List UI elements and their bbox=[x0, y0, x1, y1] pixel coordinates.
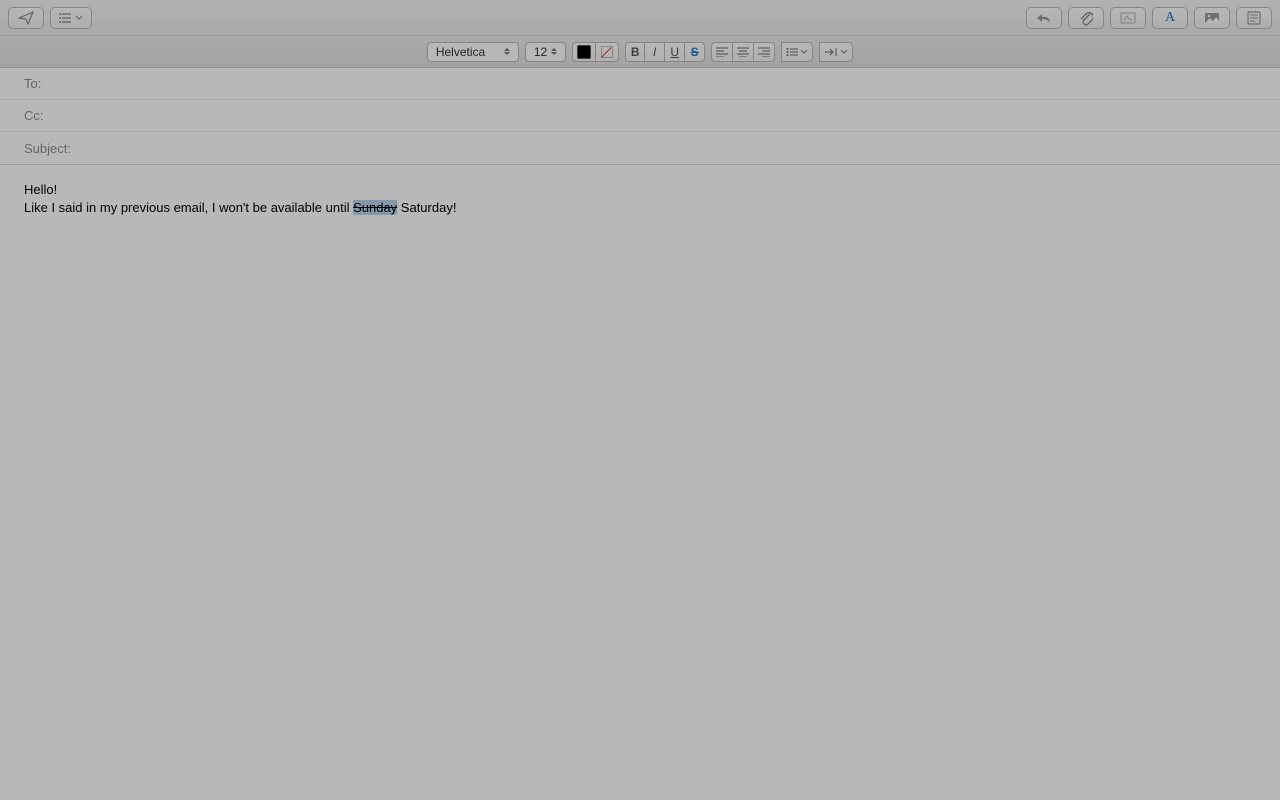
align-center-button[interactable] bbox=[733, 42, 754, 62]
stationery-button[interactable] bbox=[1236, 7, 1272, 29]
align-center-icon bbox=[737, 47, 749, 57]
font-size-select[interactable]: 12 bbox=[525, 42, 566, 62]
align-right-icon bbox=[758, 47, 770, 57]
to-label: To: bbox=[24, 76, 84, 91]
font-family-label: Helvetica bbox=[436, 45, 485, 59]
list-icon bbox=[59, 13, 73, 23]
paper-plane-icon bbox=[18, 11, 34, 25]
cc-label: Cc: bbox=[24, 108, 84, 123]
no-fill-icon bbox=[600, 45, 614, 59]
align-left-icon bbox=[716, 47, 728, 57]
subject-label: Subject: bbox=[24, 141, 84, 156]
format-a-icon: A bbox=[1165, 10, 1175, 26]
reply-icon bbox=[1036, 12, 1052, 24]
format-toggle-button[interactable]: A bbox=[1152, 7, 1188, 29]
indent-button[interactable] bbox=[819, 42, 853, 62]
bold-button[interactable]: B bbox=[625, 42, 645, 62]
color-swatch-icon bbox=[577, 45, 591, 59]
subject-row: Subject: bbox=[0, 132, 1280, 164]
markup-icon bbox=[1120, 11, 1136, 25]
bullet-list-icon bbox=[786, 47, 798, 57]
body-line-2: Like I said in my previous email, I won'… bbox=[24, 199, 1256, 217]
reply-button[interactable] bbox=[1026, 7, 1062, 29]
photo-browser-button[interactable] bbox=[1194, 7, 1230, 29]
font-family-select[interactable]: Helvetica bbox=[427, 42, 519, 62]
main-toolbar: A bbox=[0, 0, 1280, 36]
underline-button[interactable]: U bbox=[665, 42, 685, 62]
align-left-button[interactable] bbox=[711, 42, 733, 62]
subject-input[interactable] bbox=[84, 141, 1256, 156]
bg-color-button[interactable] bbox=[596, 42, 619, 62]
list-style-button[interactable] bbox=[781, 42, 813, 62]
struck-word: Sunday bbox=[353, 200, 397, 215]
text-color-button[interactable] bbox=[572, 42, 596, 62]
send-button[interactable] bbox=[8, 7, 44, 29]
chevron-updown-icon bbox=[551, 45, 561, 59]
align-right-button[interactable] bbox=[754, 42, 775, 62]
font-size-label: 12 bbox=[534, 45, 547, 59]
indent-icon bbox=[824, 47, 838, 57]
italic-button[interactable]: I bbox=[645, 42, 665, 62]
chevron-updown-icon bbox=[504, 45, 514, 59]
paperclip-icon bbox=[1079, 10, 1093, 26]
stationery-icon bbox=[1247, 11, 1261, 25]
to-row: To: bbox=[0, 68, 1280, 100]
attach-button[interactable] bbox=[1068, 7, 1104, 29]
message-body[interactable]: Hello! Like I said in my previous email,… bbox=[0, 165, 1280, 800]
photo-icon bbox=[1204, 12, 1220, 24]
cc-input[interactable] bbox=[84, 108, 1256, 123]
message-headers: To: Cc: Subject: bbox=[0, 68, 1280, 165]
cc-row: Cc: bbox=[0, 100, 1280, 132]
header-options-button[interactable] bbox=[50, 7, 92, 29]
strikethrough-button[interactable]: S bbox=[685, 42, 705, 62]
format-bar: Helvetica 12 B I U S bbox=[0, 36, 1280, 68]
markup-button[interactable] bbox=[1110, 7, 1146, 29]
body-line-1: Hello! bbox=[24, 181, 1256, 199]
to-input[interactable] bbox=[84, 76, 1256, 91]
